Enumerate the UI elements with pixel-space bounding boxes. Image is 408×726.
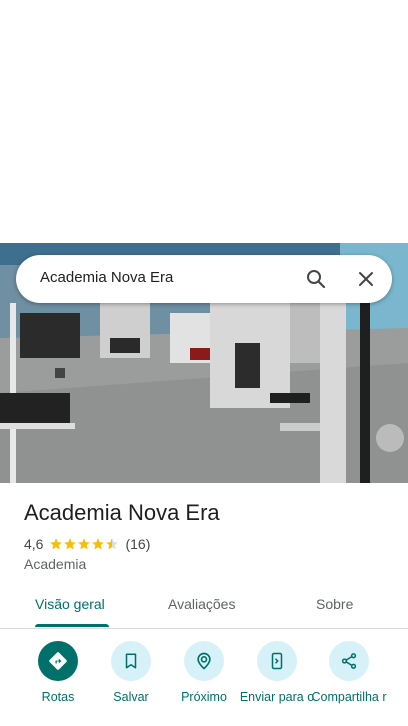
- share-label: Compartilha r: [311, 690, 387, 704]
- tab-bar: Visão geral Avaliações Sobre: [0, 584, 408, 629]
- save-label: Salvar: [113, 690, 149, 704]
- directions-label: Rotas: [41, 690, 75, 704]
- directions-button[interactable]: Rotas: [20, 641, 96, 704]
- star-rating: [49, 537, 119, 551]
- nearby-label: Próximo: [181, 690, 227, 704]
- place-category: Academia: [24, 556, 87, 572]
- star-icon: [64, 538, 77, 550]
- nearby-button[interactable]: Próximo: [166, 641, 242, 704]
- share-icon: [341, 653, 357, 669]
- tab-reviews[interactable]: Avaliações: [168, 596, 235, 612]
- directions-icon: [49, 652, 67, 670]
- send-to-phone-button[interactable]: Enviar para o: [239, 641, 315, 704]
- star-icon: [50, 538, 63, 550]
- search-bar[interactable]: Academia Nova Era: [16, 255, 392, 303]
- close-icon[interactable]: [354, 267, 378, 291]
- star-icon: [92, 538, 105, 550]
- active-tab-indicator: [35, 624, 109, 627]
- review-count: (16): [125, 536, 151, 552]
- place-title: Academia Nova Era: [24, 500, 220, 525]
- rating-row[interactable]: 4,6 (16): [24, 536, 150, 552]
- map-area[interactable]: [0, 0, 408, 243]
- share-button[interactable]: Compartilha r: [311, 641, 387, 704]
- tab-about[interactable]: Sobre: [316, 596, 353, 612]
- search-input[interactable]: Academia Nova Era: [40, 269, 173, 286]
- search-icon[interactable]: [304, 267, 328, 291]
- send-to-phone-icon: [271, 652, 283, 670]
- send-to-phone-label: Enviar para o: [239, 690, 315, 704]
- half-star-icon: [106, 538, 119, 550]
- rating-value: 4,6: [24, 536, 44, 552]
- bookmark-icon: [125, 653, 137, 669]
- nearby-icon: [197, 652, 211, 670]
- save-button[interactable]: Salvar: [93, 641, 169, 704]
- star-icon: [78, 538, 91, 550]
- tab-overview[interactable]: Visão geral: [35, 596, 105, 612]
